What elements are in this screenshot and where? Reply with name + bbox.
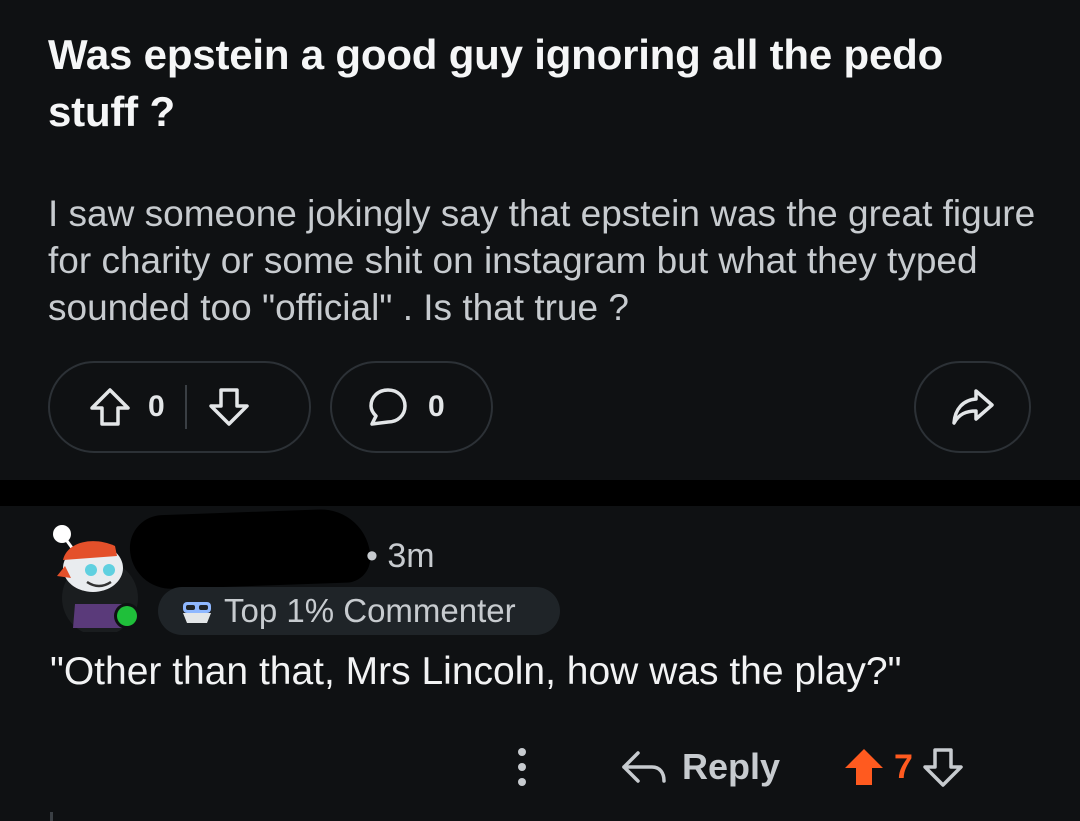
thread-line — [50, 812, 53, 821]
upvote-icon[interactable] — [88, 385, 132, 429]
redacted-username — [128, 507, 372, 591]
comments-button[interactable]: 0 — [330, 361, 493, 453]
reply-label: Reply — [682, 746, 781, 787]
avatar[interactable] — [45, 520, 145, 636]
downvote-icon[interactable] — [921, 745, 965, 789]
more-options-button[interactable] — [510, 740, 534, 794]
vote-divider — [184, 385, 187, 429]
badge-label: Top 1% Commenter — [224, 592, 516, 629]
reply-button[interactable]: Reply — [620, 740, 780, 794]
comment-score: 7 — [894, 747, 913, 786]
comment-count: 0 — [428, 390, 445, 423]
upvoted-icon[interactable] — [842, 745, 886, 789]
section-separator — [0, 480, 1080, 506]
comment-bubble-icon — [366, 385, 410, 429]
post-vote-bar: 0 — [48, 361, 311, 453]
share-icon — [950, 387, 996, 427]
post-card: Was epstein a good guy ignoring all the … — [0, 0, 1080, 480]
share-button[interactable] — [914, 361, 1031, 453]
post-title[interactable]: Was epstein a good guy ignoring all the … — [48, 26, 1038, 140]
vertical-dots-icon — [510, 744, 534, 790]
downvote-icon[interactable] — [207, 385, 251, 429]
reply-icon — [620, 747, 668, 787]
post-body: I saw someone jokingly say that epstein … — [48, 193, 1036, 328]
vote-count: 0 — [148, 390, 165, 423]
top-commenter-badge[interactable]: Top 1% Commenter — [158, 587, 560, 635]
comment-vote-bar: 7 — [842, 740, 965, 794]
comment-time: • 3m — [366, 537, 435, 575]
comment-text: "Other than that, Mrs Lincoln, how was t… — [50, 650, 902, 693]
commenter-badge-icon — [180, 596, 214, 626]
